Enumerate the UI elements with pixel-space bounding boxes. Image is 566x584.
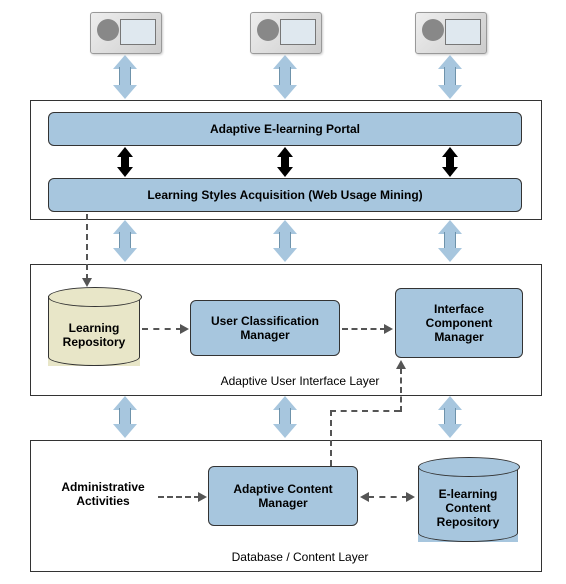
acquisition-box: Learning Styles Acquisition (Web Usage M… <box>48 178 522 212</box>
content-layer-caption: Database / Content Layer <box>200 550 400 564</box>
dashed-arrow-icon <box>342 328 386 330</box>
dashed-arrow-icon <box>330 410 332 466</box>
adaptive-content-box: Adaptive Content Manager <box>208 466 358 526</box>
dashed-arrow-icon <box>400 368 402 412</box>
elearning-repo-cylinder: E-learning Content Repository <box>418 466 518 542</box>
arrow-bidir-icon <box>438 396 462 438</box>
arrow-bidir-icon <box>113 396 137 438</box>
user-classification-box: User Classification Manager <box>190 300 340 356</box>
arrow-bidir-icon <box>273 396 297 438</box>
user-icon <box>415 12 487 54</box>
admin-activities-label: Administrative Activities <box>48 480 158 508</box>
adaptive-content-label: Adaptive Content Manager <box>233 482 332 510</box>
user-class-label: User Classification Manager <box>211 314 319 342</box>
arrow-bidir-icon <box>273 55 297 99</box>
portal-box: Adaptive E-learning Portal <box>48 112 522 146</box>
arrow-bidir-black-icon <box>442 147 458 177</box>
learning-repository-cylinder: Learning Repository <box>48 296 140 366</box>
arrowhead-icon <box>180 324 189 334</box>
arrowhead-icon <box>198 492 207 502</box>
ui-layer-caption: Adaptive User Interface Layer <box>200 374 400 388</box>
interface-comp-label: Interface Component Manager <box>426 302 493 344</box>
dashed-arrow-icon <box>330 410 400 412</box>
arrow-bidir-black-icon <box>117 147 133 177</box>
arrowhead-icon <box>406 492 415 502</box>
portal-label: Adaptive E-learning Portal <box>210 122 360 136</box>
arrow-bidir-icon <box>438 55 462 99</box>
arrowhead-icon <box>396 360 406 369</box>
arrowhead-icon <box>384 324 393 334</box>
arrow-bidir-icon <box>113 55 137 99</box>
arrow-bidir-icon <box>438 220 462 262</box>
arrow-bidir-black-icon <box>277 147 293 177</box>
arrow-bidir-icon <box>273 220 297 262</box>
elearning-repo-label: E-learning Content Repository <box>437 487 500 529</box>
arrowhead-icon <box>360 492 369 502</box>
architecture-diagram: Adaptive E-learning Portal Learning Styl… <box>0 0 566 584</box>
learning-repo-label: Learning Repository <box>63 321 126 349</box>
interface-component-box: Interface Component Manager <box>395 288 523 358</box>
arrowhead-icon <box>82 278 92 287</box>
acquisition-label: Learning Styles Acquisition (Web Usage M… <box>147 188 422 202</box>
user-icon <box>250 12 322 54</box>
dashed-arrow-icon <box>368 496 408 498</box>
dashed-arrow-icon <box>86 214 88 280</box>
dashed-arrow-icon <box>142 328 182 330</box>
dashed-arrow-icon <box>158 496 200 498</box>
arrow-bidir-icon <box>113 220 137 262</box>
user-icon <box>90 12 162 54</box>
